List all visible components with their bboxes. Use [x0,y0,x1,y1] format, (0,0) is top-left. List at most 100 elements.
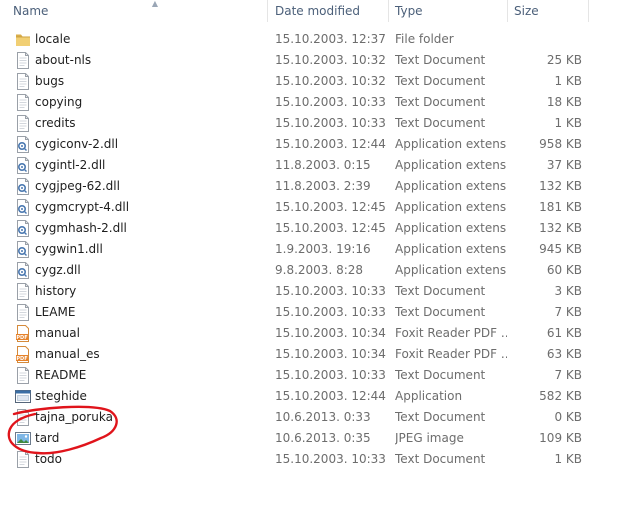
file-size: 37 KB [546,158,582,172]
column-header-date[interactable]: Date modified [275,0,360,22]
pdf-icon: PDF [15,325,31,342]
file-date-modified: 15.10.2003. 12:45 [275,221,386,235]
file-name: cygwin1.dll [35,242,103,256]
file-size: 1 KB [554,452,582,466]
file-date-modified: 15.10.2003. 12:37 [275,32,386,46]
file-explorer-list: ▲ Name Date modified Type Size locale 15.… [0,0,634,520]
file-date-modified: 15.10.2003. 10:33 [275,305,386,319]
file-date-modified: 15.10.2003. 10:33 [275,95,386,109]
file-row[interactable]: cygintl-2.dll 11.8.2003. 0:15 Application … [0,155,634,176]
file-name: tard [35,431,60,445]
dll-icon [15,178,31,195]
file-row[interactable]: tard 10.6.2013. 0:35 JPEG image 109 KB [0,428,634,449]
file-size: 61 KB [546,326,582,340]
file-date-modified: 15.10.2003. 10:33 [275,368,386,382]
text-document-icon [15,451,31,468]
file-size: 132 KB [539,179,582,193]
file-name: cygiconv-2.dll [35,137,119,151]
file-row[interactable]: credits 15.10.2003. 10:33 Text Document 1 K… [0,113,634,134]
column-header-type[interactable]: Type [395,0,423,22]
file-type: Application [395,389,463,403]
file-row[interactable]: copying 15.10.2003. 10:33 Text Document 18 … [0,92,634,113]
file-date-modified: 11.8.2003. 0:15 [275,158,371,172]
file-size: 582 KB [539,389,582,403]
text-document-icon [15,94,31,111]
file-date-modified: 15.10.2003. 12:44 [275,389,386,403]
file-size: 7 KB [554,368,582,382]
column-header-name[interactable]: Name [13,0,48,22]
file-row[interactable]: cygwin1.dll 1.9.2003. 19:16 Application ex… [0,239,634,260]
column-header: ▲ Name Date modified Type Size [0,0,634,22]
sort-up-icon: ▲ [151,0,159,8]
pdf-icon: PDF [15,346,31,363]
file-type: Text Document [395,284,486,298]
dll-icon [15,199,31,216]
application-icon [15,388,31,405]
column-header-size[interactable]: Size [514,0,539,22]
file-row[interactable]: cygz.dll 9.8.2003. 8:28 Application extens… [0,260,634,281]
text-document-icon [15,73,31,90]
text-document-icon [15,115,31,132]
file-row[interactable]: steghide 15.10.2003. 12:44 Application 582 … [0,386,634,407]
file-date-modified: 15.10.2003. 12:45 [275,200,386,214]
file-row[interactable]: PDF manual_es 15.10.2003. 10:34 Foxit Reade… [0,344,634,365]
file-type: Text Document [395,368,486,382]
file-name: manual_es [35,347,100,361]
file-size [515,29,582,50]
column-divider[interactable] [267,0,268,22]
file-row[interactable]: locale 15.10.2003. 12:37 File folder [0,29,634,50]
file-name: manual [35,326,80,340]
file-row[interactable]: history 15.10.2003. 10:33 Text Document 3 K… [0,281,634,302]
dll-icon [15,241,31,258]
file-type: Text Document [395,53,486,67]
column-divider[interactable] [388,0,389,22]
file-row[interactable]: bugs 15.10.2003. 10:32 Text Document 1 KB [0,71,634,92]
folder-icon [15,31,31,48]
jpeg-image-icon [15,430,31,447]
file-size: 0 KB [554,410,582,424]
file-list: locale 15.10.2003. 12:37 File folder about-… [0,29,634,470]
file-type: Text Document [395,74,486,88]
file-date-modified: 15.10.2003. 10:32 [275,74,386,88]
file-type: File folder [395,32,454,46]
column-divider[interactable] [507,0,508,22]
file-name: about-nls [35,53,92,67]
file-date-modified: 15.10.2003. 10:33 [275,452,386,466]
file-row[interactable]: tajna_poruka 10.6.2013. 0:33 Text Document… [0,407,634,428]
text-document-icon [15,52,31,69]
file-size: 7 KB [554,305,582,319]
file-type: Foxit Reader PDF ... [395,347,507,361]
file-row[interactable]: cygmhash-2.dll 15.10.2003. 12:45 Applicati… [0,218,634,239]
file-name: cygjpeg-62.dll [35,179,120,193]
file-name: bugs [35,74,65,88]
file-row[interactable]: PDF manual 15.10.2003. 10:34 Foxit Reader P… [0,323,634,344]
file-row[interactable]: cygjpeg-62.dll 11.8.2003. 2:39 Application… [0,176,634,197]
file-name: locale [35,32,71,46]
file-type: Application extens... [395,263,507,277]
file-name: steghide [35,389,87,403]
file-row[interactable]: about-nls 15.10.2003. 10:32 Text Document 2… [0,50,634,71]
file-row[interactable]: todo 15.10.2003. 10:33 Text Document 1 KB [0,449,634,470]
file-row[interactable]: LEAME 15.10.2003. 10:33 Text Document 7 KB [0,302,634,323]
file-size: 25 KB [546,53,582,67]
file-date-modified: 1.9.2003. 19:16 [275,242,371,256]
file-row[interactable]: cygmcrypt-4.dll 15.10.2003. 12:45 Applicat… [0,197,634,218]
dll-icon [15,262,31,279]
file-type: Application extens... [395,200,507,214]
file-size: 1 KB [554,74,582,88]
file-type: Text Document [395,410,486,424]
file-size: 60 KB [546,263,582,277]
file-row[interactable]: README 15.10.2003. 10:33 Text Document 7 KB [0,365,634,386]
column-divider[interactable] [588,0,589,22]
file-name: copying [35,95,83,109]
file-type: Application extens... [395,242,507,256]
file-name: cygintl-2.dll [35,158,106,172]
file-date-modified: 15.10.2003. 10:34 [275,347,386,361]
file-name: cygmcrypt-4.dll [35,200,130,214]
file-size: 1 KB [554,116,582,130]
file-row[interactable]: cygiconv-2.dll 15.10.2003. 12:44 Applicati… [0,134,634,155]
file-date-modified: 9.8.2003. 8:28 [275,263,364,277]
svg-text:PDF: PDF [16,335,27,341]
file-date-modified: 10.6.2013. 0:35 [275,431,371,445]
file-type: Application extens... [395,137,507,151]
